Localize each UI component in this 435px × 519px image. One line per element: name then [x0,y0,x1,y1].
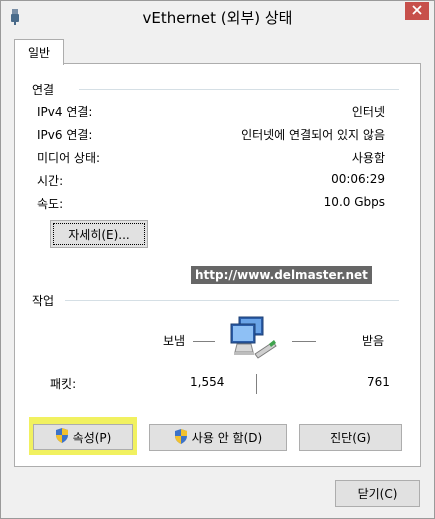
details-button[interactable]: 자세히(E)... [50,220,148,248]
tab-general[interactable]: 일반 [14,39,64,65]
packets-received-value: 761 [367,375,390,389]
disable-button-label: 사용 안 함(D) [191,431,263,445]
received-connector-line [292,341,316,342]
speed-value: 10.0 Gbps [323,195,385,209]
packets-sent-value: 1,554 [190,375,225,389]
packets-label: 패킷: [50,377,77,391]
ipv6-label: IPv6 연결: [37,128,93,142]
shield-icon [174,428,188,447]
ipv4-value: 인터넷 [351,105,385,119]
close-icon [412,4,422,18]
sent-connector-line [193,341,215,342]
close-button[interactable]: 닫기(C) [335,480,420,507]
window-title: vEthernet (외부) 상태 [142,9,293,27]
received-label: 받음 [362,334,385,348]
connection-group-title: 연결 [32,83,55,97]
status-window: vEthernet (외부) 상태 일반 연결 IPv4 연결: 인터넷 IPv… [0,0,435,519]
duration-label: 시간: [37,174,64,188]
properties-button[interactable]: 속성(P) [33,424,133,450]
disable-button[interactable]: 사용 안 함(D) [149,424,287,451]
activity-group-title: 작업 [32,294,55,308]
media-state-value: 사용함 [351,151,385,165]
ipv6-value: 인터넷에 연결되어 있지 않음 [241,128,385,142]
watermark-text: http://www.delmaster.net [191,266,372,284]
activity-separator [256,374,257,394]
ipv4-label: IPv4 연결: [37,105,93,119]
title-bar[interactable]: vEthernet (외부) 상태 [1,1,434,33]
network-computers-icon [229,316,277,365]
diagnose-button[interactable]: 진단(G) [299,424,402,451]
close-window-button[interactable] [405,2,429,20]
speed-label: 속도: [37,197,64,211]
tab-panel-general [14,63,421,467]
activity-group-divider [65,300,399,301]
duration-value: 00:06:29 [331,172,385,186]
media-state-label: 미디어 상태: [37,151,101,165]
connection-group-divider [79,89,399,90]
shield-icon [55,428,69,446]
properties-button-label: 속성(P) [72,430,112,445]
sent-label: 보냄 [163,334,186,348]
